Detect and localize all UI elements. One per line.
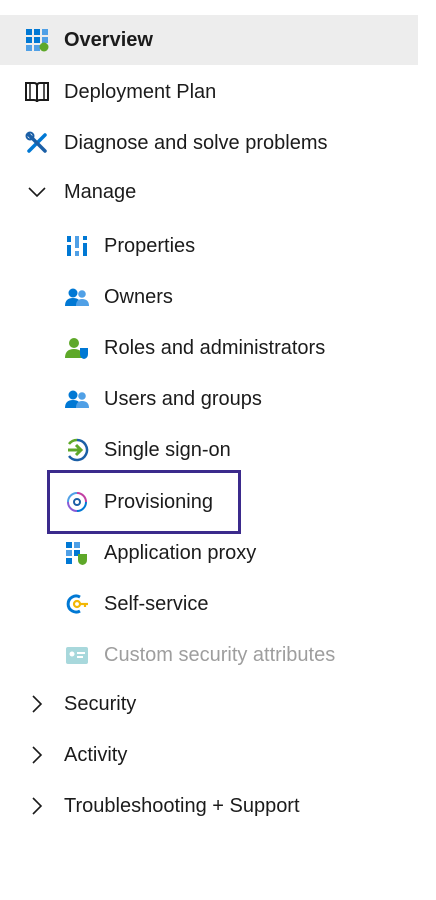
nav-item-deployment-plan[interactable]: Deployment Plan <box>0 67 418 117</box>
nav-label: Self-service <box>104 592 209 615</box>
user-shield-icon <box>64 335 90 361</box>
provisioning-icon <box>64 489 90 515</box>
key-icon <box>64 591 90 617</box>
wrench-screwdriver-icon <box>24 130 50 156</box>
nav-label: Single sign-on <box>104 438 231 461</box>
people-icon <box>64 386 90 412</box>
nav-item-self-service[interactable]: Self-service <box>0 579 418 629</box>
grid-icon <box>24 27 50 53</box>
nav-item-overview[interactable]: Overview <box>0 15 418 65</box>
nav-label: Security <box>64 692 137 715</box>
nav-item-owners[interactable]: Owners <box>0 272 418 322</box>
nav-item-diagnose[interactable]: Diagnose and solve problems <box>0 118 418 168</box>
nav-group-activity[interactable]: Activity <box>0 730 418 780</box>
app-grid-icon <box>64 540 90 566</box>
id-card-icon <box>64 642 90 668</box>
sidebar-nav: Overview Deployment Plan Diagnose and so… <box>0 0 436 900</box>
nav-item-provisioning[interactable]: Provisioning <box>0 477 418 527</box>
nav-label: Custom security attributes <box>104 643 336 666</box>
chevron-down-icon <box>24 179 50 205</box>
nav-item-roles[interactable]: Roles and administrators <box>0 323 418 373</box>
nav-label: Diagnose and solve problems <box>64 131 328 154</box>
chevron-right-icon <box>24 793 50 819</box>
nav-group-security[interactable]: Security <box>0 679 418 729</box>
book-icon <box>24 79 50 105</box>
nav-label: Overview <box>64 28 153 51</box>
people-icon <box>64 284 90 310</box>
chevron-right-icon <box>24 742 50 768</box>
nav-item-sso[interactable]: Single sign-on <box>0 425 418 475</box>
nav-group-troubleshooting[interactable]: Troubleshooting + Support <box>0 781 418 831</box>
nav-group-manage[interactable]: Manage <box>0 167 418 217</box>
sign-in-arrow-icon <box>64 437 90 463</box>
nav-item-users-groups[interactable]: Users and groups <box>0 374 418 424</box>
nav-label: Owners <box>104 285 173 308</box>
nav-label: Deployment Plan <box>64 80 217 103</box>
nav-item-app-proxy[interactable]: Application proxy <box>0 528 418 578</box>
nav-label: Provisioning <box>104 490 213 513</box>
nav-label: Activity <box>64 743 128 766</box>
nav-label: Roles and administrators <box>104 336 326 359</box>
chevron-right-icon <box>24 691 50 717</box>
bars-icon <box>64 233 90 259</box>
nav-label: Application proxy <box>104 541 257 564</box>
nav-label: Users and groups <box>104 387 262 410</box>
nav-label: Manage <box>64 180 137 203</box>
nav-item-properties[interactable]: Properties <box>0 221 418 271</box>
nav-label: Troubleshooting + Support <box>64 794 300 817</box>
nav-label: Properties <box>104 234 196 257</box>
nav-item-custom-security: Custom security attributes <box>0 630 418 680</box>
